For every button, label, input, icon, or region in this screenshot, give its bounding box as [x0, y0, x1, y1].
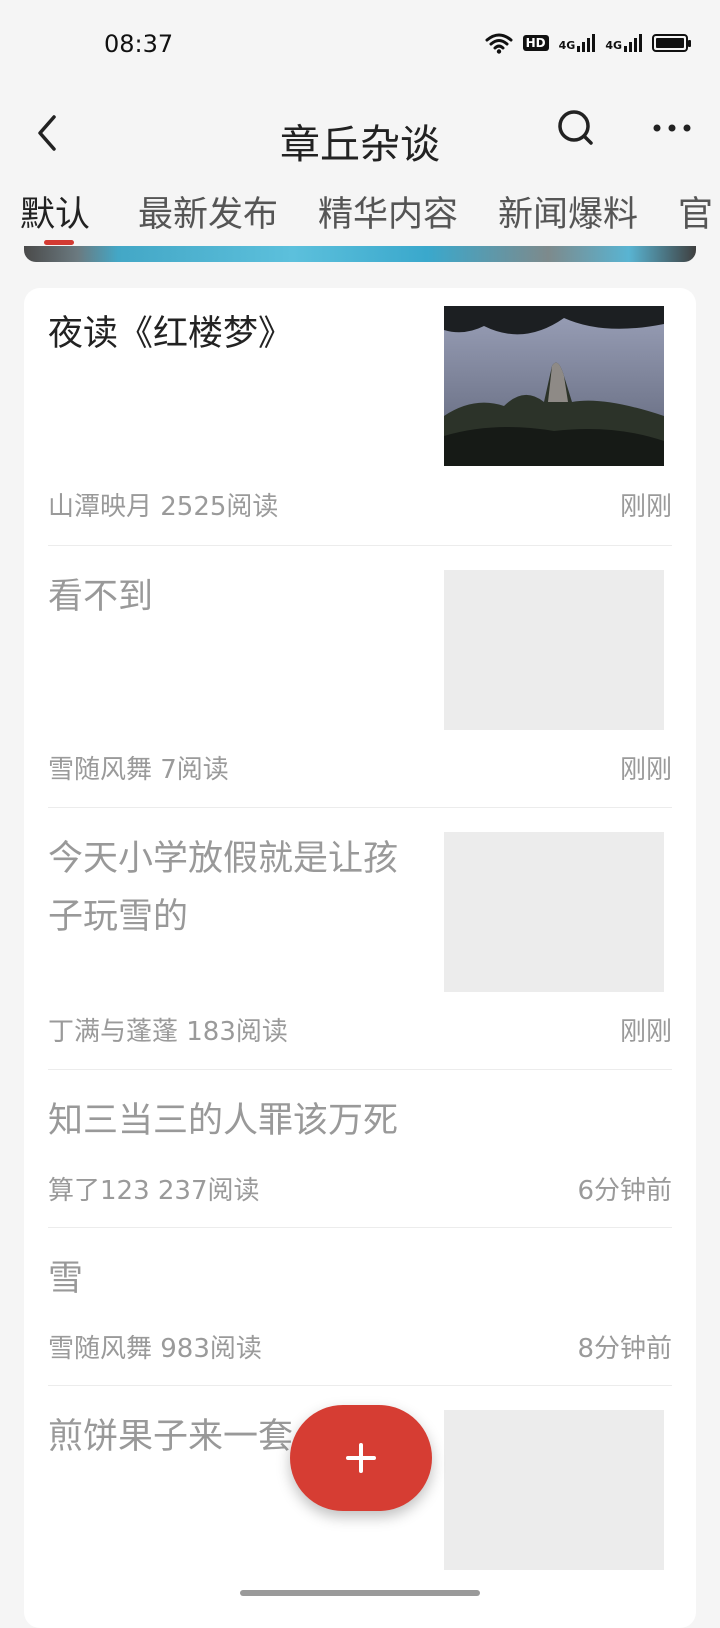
post-thumbnail-placeholder — [444, 1410, 664, 1570]
search-button[interactable] — [552, 104, 600, 152]
post-thumbnail-placeholder — [444, 570, 664, 730]
page-title: 章丘杂谈 — [280, 122, 440, 168]
post-title: 雪 — [48, 1259, 84, 1299]
title-bar: 章丘杂谈 — [0, 90, 720, 180]
network-type-2: 4G — [605, 39, 622, 52]
post-time: 6分钟前 — [577, 1176, 672, 1206]
tab-news-tips[interactable]: 新闻爆料 — [498, 186, 638, 237]
post-title: 夜读《红楼梦》 — [48, 314, 294, 354]
post-author-reads: 丁满与蓬蓬 183阅读 — [48, 1017, 288, 1047]
status-time: 08:37 — [104, 30, 174, 58]
battery-icon — [652, 34, 691, 52]
status-icons: HD 4G 4G — [485, 32, 691, 54]
active-tab-indicator — [44, 240, 74, 245]
search-icon — [558, 110, 593, 145]
post-time: 刚刚 — [619, 1017, 672, 1047]
list-item[interactable]: 夜读《红楼梦》 山潭映月 2525阅读 刚刚 — [48, 288, 672, 546]
post-time: 8分钟前 — [577, 1334, 672, 1364]
post-author-reads: 山潭映月 2525阅读 — [48, 492, 279, 522]
list-item[interactable]: 知三当三的人罪该万死 算了123 237阅读 6分钟前 — [48, 1070, 672, 1228]
post-time: 刚刚 — [619, 492, 672, 522]
plus-icon — [346, 1443, 376, 1473]
list-item[interactable]: 看不到 雪随风舞 7阅读 刚刚 — [48, 546, 672, 808]
banner-image[interactable] — [24, 246, 696, 262]
tab-default[interactable]: 默认 — [20, 186, 90, 237]
post-time: 刚刚 — [619, 755, 672, 785]
post-author-reads: 雪随风舞 983阅读 — [48, 1334, 262, 1364]
landscape-photo-icon — [444, 306, 664, 466]
status-bar: 08:37 HD 4G 4G — [0, 0, 720, 90]
post-title: 今天小学放假就是让孩子玩雪的 — [48, 839, 399, 937]
category-tabs: 默认 最新发布 精华内容 新闻爆料 官 — [0, 180, 720, 246]
list-item[interactable]: 雪 雪随风舞 983阅读 8分钟前 — [48, 1228, 672, 1386]
post-title: 知三当三的人罪该万死 — [48, 1101, 399, 1141]
home-indicator[interactable] — [240, 1590, 480, 1596]
list-item[interactable]: 今天小学放假就是让孩子玩雪的 丁满与蓬蓬 183阅读 刚刚 — [48, 808, 672, 1070]
signal-icon-1: 4G — [559, 34, 596, 52]
hd-voice-icon: HD — [522, 35, 549, 51]
post-author-reads: 算了123 237阅读 — [48, 1176, 260, 1206]
network-type-1: 4G — [558, 39, 576, 52]
post-author-reads: 雪随风舞 7阅读 — [48, 755, 229, 785]
post-title: 看不到 — [48, 577, 154, 617]
tab-featured[interactable]: 精华内容 — [318, 186, 458, 237]
signal-icon-2: 4G — [605, 34, 642, 52]
tab-official[interactable]: 官 — [678, 186, 713, 237]
tab-latest[interactable]: 最新发布 — [138, 186, 278, 237]
add-post-button[interactable] — [290, 1405, 432, 1511]
more-icon — [653, 124, 691, 132]
post-thumbnail — [444, 306, 664, 466]
post-thumbnail-placeholder — [444, 832, 664, 992]
wifi-icon — [485, 32, 513, 54]
more-button[interactable] — [648, 104, 696, 152]
